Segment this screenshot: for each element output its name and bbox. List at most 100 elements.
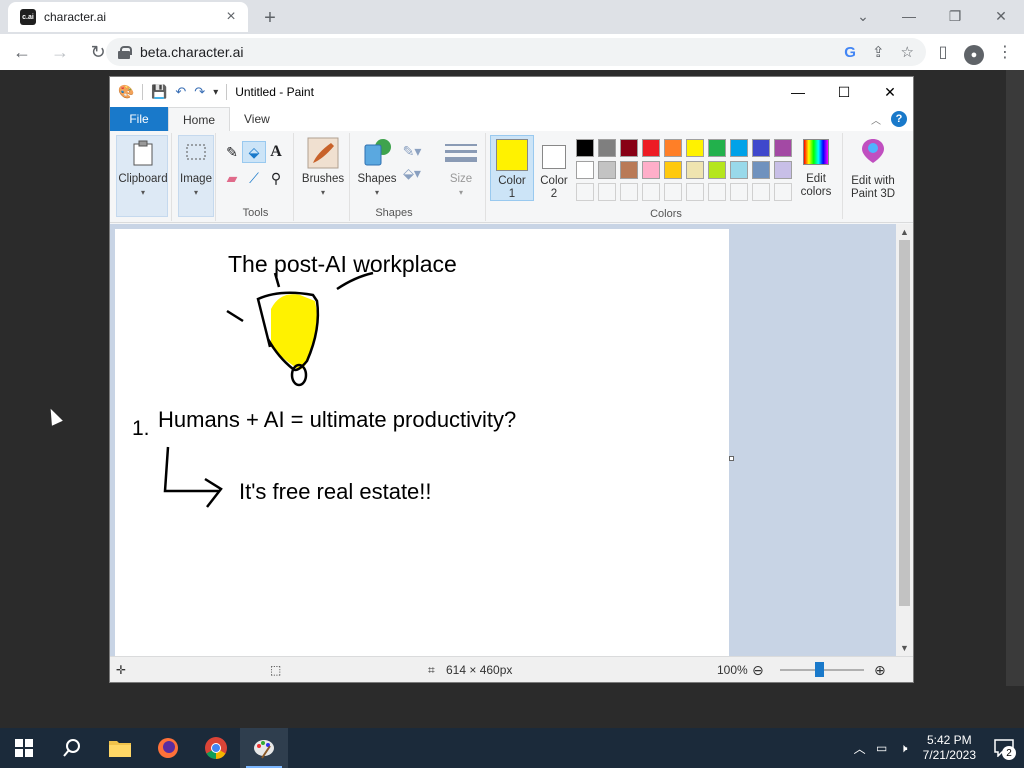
palette-swatch[interactable] [664,139,682,157]
color2-button[interactable]: Color 2 [534,135,574,201]
paint-close-button[interactable]: ✕ [867,77,913,107]
palette-swatch[interactable] [708,139,726,157]
palette-swatch[interactable] [774,139,792,157]
tab-view[interactable]: View [230,107,284,131]
side-panel-icon[interactable]: ▯ [932,36,954,68]
close-button[interactable]: ✕ [978,0,1024,32]
restore-button[interactable]: ❐ [932,0,978,32]
tab-search-icon[interactable]: ⌄ [840,0,886,32]
forward-button[interactable]: → [44,36,76,68]
paint-minimize-button[interactable]: — [775,77,821,107]
zoom-in-icon[interactable]: ⊕ [874,657,886,683]
palette-swatch[interactable] [774,161,792,179]
palette-swatch[interactable] [576,161,594,179]
palette-swatch[interactable] [620,161,638,179]
browser-tab[interactable]: c.ai character.ai × [8,2,248,32]
color1-button[interactable]: Color 1 [490,135,534,201]
undo-icon[interactable]: ↶ [175,84,186,100]
palette-swatch[interactable] [642,161,660,179]
text-tool-icon[interactable]: A [266,142,286,162]
redo-icon[interactable]: ↷ [194,84,205,100]
custom-color-slot[interactable] [686,183,704,201]
outline-icon[interactable]: ✎▾ [402,141,422,161]
palette-swatch[interactable] [708,161,726,179]
clock[interactable]: 5:42 PM 7/21/2023 [915,733,984,763]
minimize-button[interactable]: — [886,0,932,32]
custom-color-slot[interactable] [752,183,770,201]
help-icon[interactable]: ? [891,111,907,127]
palette-swatch[interactable] [642,139,660,157]
chrome-button[interactable] [192,728,240,768]
scroll-up-icon[interactable]: ▲ [896,224,913,240]
collapse-ribbon-icon[interactable]: ︿ [871,112,881,127]
back-button[interactable]: ← [6,36,38,68]
clipboard-button[interactable]: Clipboard ▾ [118,137,168,199]
eraser-icon[interactable]: ▰ [222,168,242,188]
tab-home[interactable]: Home [168,107,231,131]
tab-file[interactable]: File [110,107,168,131]
google-lens-icon[interactable]: G [844,44,856,61]
custom-color-slot[interactable] [708,183,726,201]
palette-swatch[interactable] [752,139,770,157]
color-picker-icon[interactable]: ⟋ [244,168,264,188]
custom-color-slot[interactable] [642,183,660,201]
start-button[interactable] [0,728,48,768]
image-button[interactable]: Image ▾ [176,137,216,199]
edit-with-paint3d-button[interactable]: Edit with Paint 3D [846,135,900,201]
search-button[interactable] [48,728,96,768]
selection-size-icon: ⬚ [270,663,282,677]
custom-color-slot[interactable] [598,183,616,201]
palette-swatch[interactable] [730,139,748,157]
fill-bucket-icon[interactable]: ⬙ [244,142,264,162]
custom-color-slot[interactable] [730,183,748,201]
brushes-button[interactable]: Brushes ▾ [298,137,348,199]
edit-colors-button[interactable]: Edit colors [794,135,838,199]
drawing-canvas[interactable]: The post-AI workplace 1. Humans + AI = u… [115,229,729,656]
palette-swatch[interactable] [620,139,638,157]
save-icon[interactable]: 💾 [151,84,167,100]
magnifier-icon[interactable]: ⚲ [266,168,286,188]
tab-close-icon[interactable]: × [222,8,240,26]
palette-swatch[interactable] [598,139,616,157]
share-icon[interactable]: ⇪ [872,43,885,61]
canvas-size-icon: ⌗ [428,662,435,677]
palette-swatch[interactable] [686,161,704,179]
shape-fill-icon[interactable]: ⬙▾ [402,163,422,183]
custom-color-slot[interactable] [620,183,638,201]
action-center-button[interactable]: 2 [984,728,1024,768]
palette-swatch[interactable] [598,161,616,179]
lock-icon[interactable] [118,46,132,59]
brush-icon [307,137,339,169]
scroll-thumb[interactable] [899,240,910,606]
palette-swatch[interactable] [686,139,704,157]
new-tab-button[interactable]: + [258,6,282,30]
palette-swatch[interactable] [752,161,770,179]
address-bar[interactable]: beta.character.ai G ⇪ ☆ [106,38,926,66]
chrome-menu-icon[interactable]: ⋮ [994,36,1016,68]
size-button[interactable]: Size ▾ [438,137,484,199]
show-hidden-icons-icon[interactable]: ︿ [849,728,871,768]
network-icon[interactable]: ▭ [871,728,893,768]
paint-app-icon[interactable]: 🎨 [118,84,134,100]
volume-muted-icon[interactable]: 🕨 [893,728,915,768]
pencil-icon[interactable]: ✎ [222,142,242,162]
file-explorer-button[interactable] [96,728,144,768]
canvas-resize-handle[interactable] [729,456,734,461]
custom-color-slot[interactable] [576,183,594,201]
customize-qa-icon[interactable]: ▾ [213,87,218,98]
vertical-scrollbar[interactable]: ▲ ▼ [896,224,913,656]
palette-swatch[interactable] [730,161,748,179]
scroll-down-icon[interactable]: ▼ [896,640,913,656]
zoom-slider-thumb[interactable] [815,662,824,677]
profile-avatar[interactable]: ● [964,45,984,65]
shapes-button[interactable]: Shapes ▾ [354,137,400,199]
zoom-out-icon[interactable]: ⊖ [752,657,764,683]
bookmark-star-icon[interactable]: ☆ [901,43,914,61]
firefox-button[interactable] [144,728,192,768]
custom-color-slot[interactable] [774,183,792,201]
custom-color-slot[interactable] [664,183,682,201]
palette-swatch[interactable] [664,161,682,179]
paint-taskbar-button[interactable] [240,728,288,768]
palette-swatch[interactable] [576,139,594,157]
paint-maximize-button[interactable]: ☐ [821,77,867,107]
